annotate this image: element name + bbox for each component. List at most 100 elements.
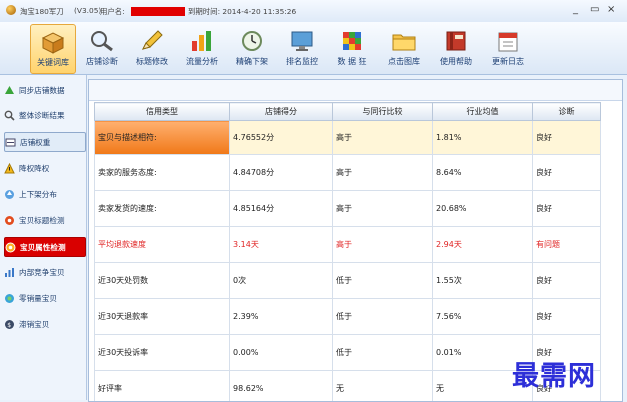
table-cell: 4.76552分 xyxy=(230,121,333,155)
table-cell: 2.39% xyxy=(230,299,333,335)
attribute-check-icon xyxy=(5,242,16,253)
toolbar-label: 店铺诊断 xyxy=(86,56,118,67)
pencil-icon xyxy=(138,28,166,54)
folder-icon xyxy=(390,28,418,54)
sidebar-item-shop-weight[interactable]: 店铺权重 xyxy=(4,132,86,152)
table-cell: 高于 xyxy=(333,155,433,191)
table-cell: 高于 xyxy=(333,191,433,227)
sidebar-item-title-check[interactable]: 宝贝标题检测 xyxy=(4,211,84,229)
search-icon xyxy=(4,110,15,121)
toolbar-label: 数 据 狂 xyxy=(337,56,366,67)
minimize-button[interactable]: _ xyxy=(573,4,578,15)
weight-icon xyxy=(5,137,16,148)
app-version: (V3.05) xyxy=(74,6,101,15)
slow-sales-icon: $ xyxy=(4,319,15,330)
table-cell: 4.84708分 xyxy=(230,155,333,191)
table-row[interactable]: 近30天处罚数 0次 低于 1.55次 良好 xyxy=(95,263,601,299)
sidebar-item-label: 滞销宝贝 xyxy=(19,319,49,330)
table-cell: 低于 xyxy=(333,299,433,335)
sidebar-item-zero-sales[interactable]: 零销量宝贝 xyxy=(4,289,84,307)
table-cell: 4.85164分 xyxy=(230,191,333,227)
table-cell: 近30天投诉率 xyxy=(95,335,230,371)
toolbar-label: 精确下架 xyxy=(236,56,268,67)
sync-icon xyxy=(4,85,15,96)
table-cell: 近30天退款率 xyxy=(95,299,230,335)
table-row[interactable]: 宝贝与描述相符: 4.76552分 高于 1.81% 良好 xyxy=(95,121,601,155)
column-header[interactable]: 与同行比较 xyxy=(333,103,433,121)
table-cell: 高于 xyxy=(333,227,433,263)
sidebar-item-label: 上下架分布 xyxy=(19,189,57,200)
toolbar-label: 流量分析 xyxy=(186,56,218,67)
table-row[interactable]: 卖家发货的速度: 4.85164分 高于 20.68% 良好 xyxy=(95,191,601,227)
toolbar-label: 标题修改 xyxy=(136,56,168,67)
sidebar-item-overall-diagnosis[interactable]: 整体诊断结果 xyxy=(4,106,84,124)
table-cell: 高于 xyxy=(333,121,433,155)
sidebar-item-label: 整体诊断结果 xyxy=(19,110,65,121)
close-button[interactable]: × xyxy=(607,4,615,15)
sidebar-item-slow-sales[interactable]: $ 滞销宝贝 xyxy=(4,315,84,333)
main-toolbar: 关键词库 店铺诊断 标题修改 流量分析 精确下架 排名监控 数 据 狂 xyxy=(0,22,627,75)
sidebar-item-label: 内部竞争宝贝 xyxy=(19,267,65,278)
toolbar-update-log[interactable]: 更新日志 xyxy=(486,24,530,72)
table-cell: 20.68% xyxy=(433,191,533,227)
table-cell: 3.14天 xyxy=(230,227,333,263)
sidebar: 同步店铺数据 整体诊断结果 店铺权重 降权降权 上下架分布 宝贝标题检测 宝贝属… xyxy=(0,75,87,400)
toolbar-label: 点击图库 xyxy=(388,56,420,67)
table-cell: 良好 xyxy=(533,155,601,191)
table-cell: 无 xyxy=(333,371,433,402)
magnifier-icon xyxy=(88,28,116,54)
app-title: 淘宝180军刀 xyxy=(20,6,64,17)
table-cell: 0次 xyxy=(230,263,333,299)
app-icon xyxy=(6,5,16,15)
toolbar-help[interactable]: 使用帮助 xyxy=(434,24,478,72)
toolbar-label: 关键词库 xyxy=(37,57,69,68)
table-header-row: 信用类型 店铺得分 与同行比较 行业均值 诊断 xyxy=(95,103,601,121)
table-cell: 平均退款速度 xyxy=(95,227,230,263)
calendar-icon xyxy=(494,28,522,54)
toolbar-image-gallery[interactable]: 点击图库 xyxy=(382,24,426,72)
maximize-button[interactable]: ▭ xyxy=(590,4,599,15)
sidebar-item-demotion[interactable]: 降权降权 xyxy=(4,159,84,177)
table-cell: 好评率 xyxy=(95,371,230,402)
expiry-time: 到期时间: 2014-4-20 11:35:26 xyxy=(188,6,296,17)
sidebar-item-label: 宝贝属性检测 xyxy=(20,242,66,253)
toolbar-label: 排名监控 xyxy=(286,56,318,67)
table-row[interactable]: 卖家的服务态度: 4.84708分 高于 8.64% 良好 xyxy=(95,155,601,191)
sidebar-item-label: 同步店铺数据 xyxy=(19,85,65,96)
toolbar-traffic-analysis[interactable]: 流量分析 xyxy=(180,24,224,72)
toolbar-keyword-library[interactable]: 关键词库 xyxy=(30,24,76,74)
sidebar-item-label: 宝贝标题检测 xyxy=(19,215,65,226)
column-header[interactable]: 行业均值 xyxy=(433,103,533,121)
table-cell: 98.62% xyxy=(230,371,333,402)
toolbar-precise-delist[interactable]: 精确下架 xyxy=(230,24,274,72)
table-cell: 0.00% xyxy=(230,335,333,371)
table-cell: 良好 xyxy=(533,191,601,227)
warning-icon xyxy=(4,163,15,174)
table-cell: 7.56% xyxy=(433,299,533,335)
toolbar-shop-diagnosis[interactable]: 店铺诊断 xyxy=(80,24,124,72)
svg-text:$: $ xyxy=(7,322,11,329)
monitor-icon xyxy=(288,28,316,54)
sidebar-item-sync-shop-data[interactable]: 同步店铺数据 xyxy=(4,81,84,99)
table-cell: 卖家发货的速度: xyxy=(95,191,230,227)
column-header[interactable]: 诊断 xyxy=(533,103,601,121)
table-row[interactable]: 平均退款速度 3.14天 高于 2.94天 有问题 xyxy=(95,227,601,263)
sidebar-item-listing-distribution[interactable]: 上下架分布 xyxy=(4,185,84,203)
sidebar-item-attribute-check[interactable]: 宝贝属性检测 xyxy=(4,237,86,257)
table-cell: 低于 xyxy=(333,263,433,299)
column-header[interactable]: 店铺得分 xyxy=(230,103,333,121)
book-icon xyxy=(442,28,470,54)
sidebar-item-internal-competition[interactable]: 内部竞争宝贝 xyxy=(4,263,84,281)
toolbar-title-edit[interactable]: 标题修改 xyxy=(130,24,174,72)
table-row[interactable]: 近30天退款率 2.39% 低于 7.56% 良好 xyxy=(95,299,601,335)
table-cell: 低于 xyxy=(333,335,433,371)
table-cell: 1.81% xyxy=(433,121,533,155)
sidebar-item-label: 降权降权 xyxy=(19,163,49,174)
column-header[interactable]: 信用类型 xyxy=(95,103,230,121)
bar-chart-icon xyxy=(188,28,216,54)
toolbar-rank-monitor[interactable]: 排名监控 xyxy=(280,24,324,72)
toolbar-data-king[interactable]: 数 据 狂 xyxy=(330,24,374,72)
table-cell: 8.64% xyxy=(433,155,533,191)
table-cell: 宝贝与描述相符: xyxy=(95,121,230,155)
user-label: 用户名: xyxy=(100,6,125,17)
